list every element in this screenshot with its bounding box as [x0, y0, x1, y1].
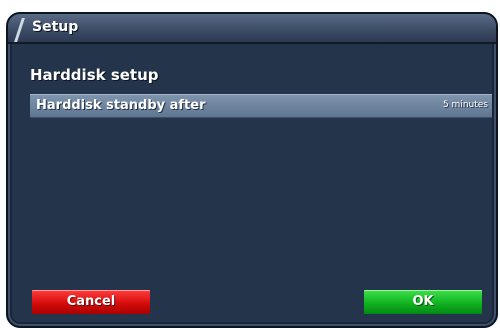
screen: Setup Harddisk setup Harddisk standby af…	[0, 0, 500, 328]
setting-row-harddisk-standby[interactable]: Harddisk standby after 5 minutes	[30, 94, 492, 118]
title-bar: Setup	[8, 14, 496, 44]
ok-button[interactable]: OK	[364, 290, 482, 314]
section-title: Harddisk setup	[30, 66, 159, 84]
window-title: Setup	[32, 19, 79, 35]
setup-dialog: Setup Harddisk setup Harddisk standby af…	[6, 12, 498, 328]
cancel-button[interactable]: Cancel	[32, 290, 150, 314]
title-accent	[14, 18, 25, 42]
setting-value[interactable]: 5 minutes	[443, 100, 488, 110]
setting-label: Harddisk standby after	[36, 98, 206, 113]
